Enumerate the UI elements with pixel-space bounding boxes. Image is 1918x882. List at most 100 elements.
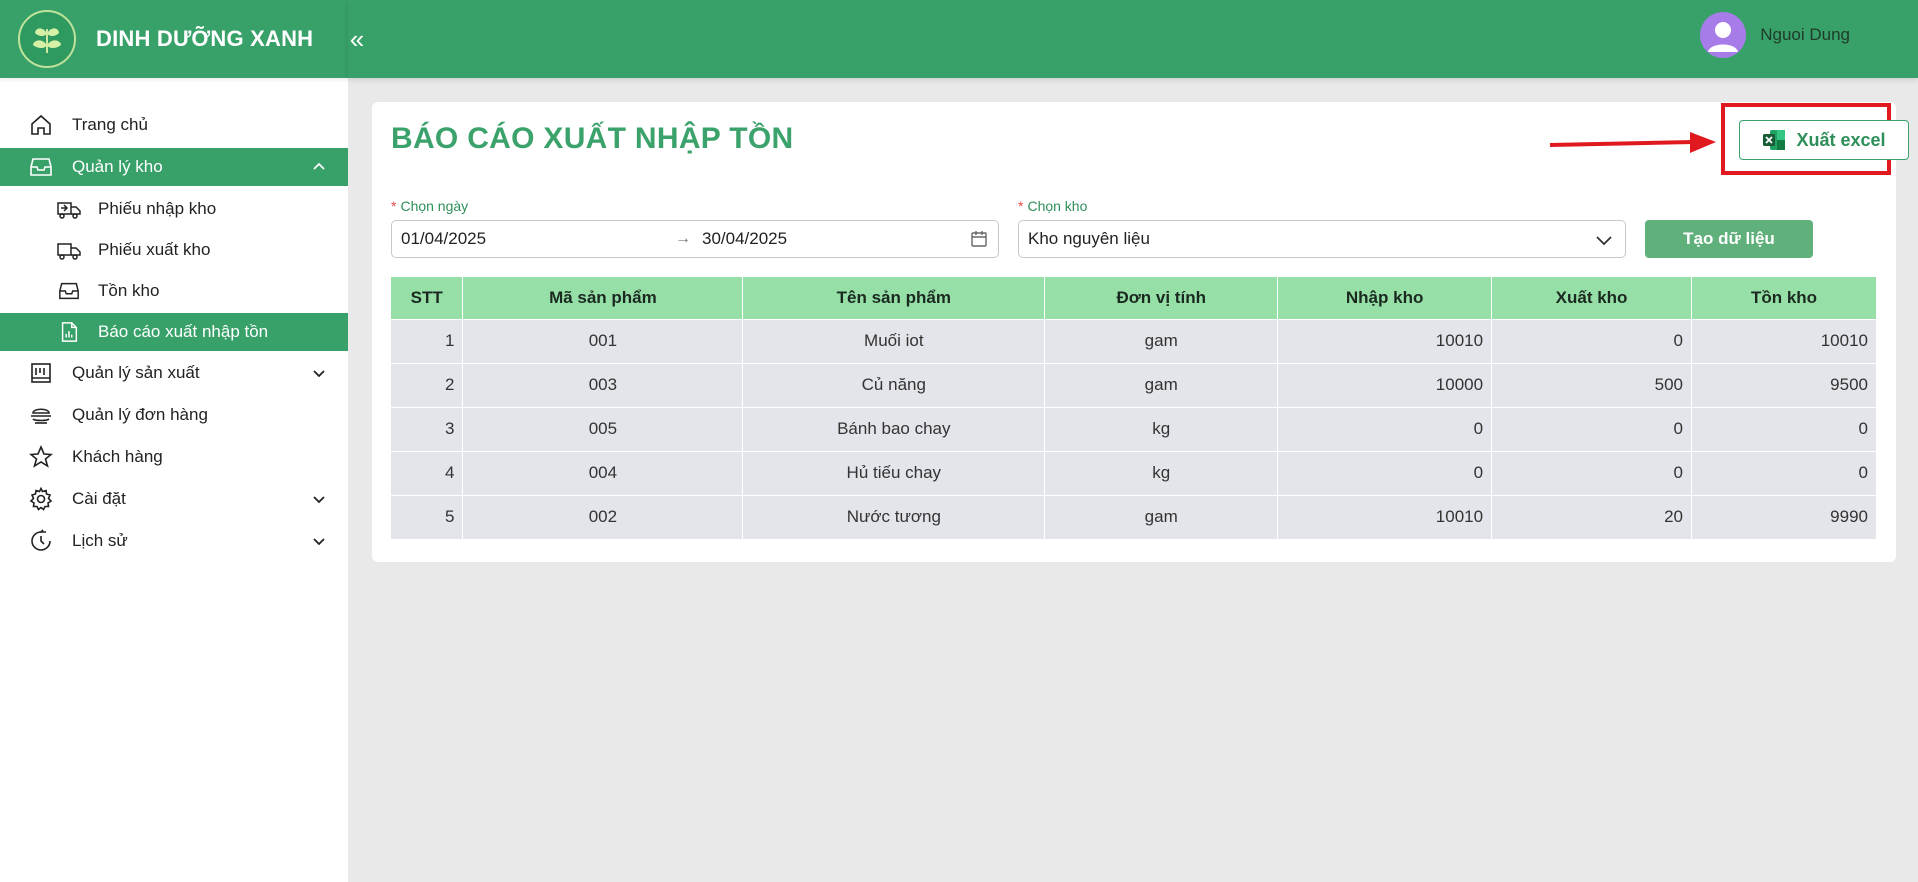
sidebar-item-orders[interactable]: Quản lý đơn hàng <box>0 396 348 434</box>
chevron-up-icon <box>312 160 326 174</box>
cell-stock-balance: 9500 <box>1691 362 1877 407</box>
sidebar-menu: Trang chủ Quản lý kho Phiếu nhập kho Phi… <box>0 78 348 560</box>
sidebar-item-settings[interactable]: Cài đặt <box>0 480 348 518</box>
cell-product-code: 005 <box>462 406 744 451</box>
date-field-label: * Chọn ngày <box>391 198 469 214</box>
column-header: Nhập kho <box>1277 277 1493 319</box>
sidebar-item-label: Tồn kho <box>98 281 160 300</box>
sidebar-item-inventory[interactable]: Tồn kho <box>0 272 348 310</box>
stock-report-table: STT Mã sản phẩm Tên sản phẩm Đơn vị tính… <box>391 277 1877 539</box>
column-header: Tên sản phẩm <box>742 277 1046 319</box>
sidebar-item-history[interactable]: Lịch sử <box>0 522 348 560</box>
sidebar-item-label: Cài đặt <box>72 489 126 508</box>
date-range-separator: → <box>675 230 691 247</box>
export-excel-button[interactable]: Xuất excel <box>1739 120 1909 160</box>
box-icon <box>56 278 82 304</box>
sidebar-item-customers[interactable]: Khách hàng <box>0 438 348 476</box>
inbox-icon <box>28 154 54 180</box>
sidebar-item-goods-issue[interactable]: Phiếu xuất kho <box>0 231 348 269</box>
table-header-row: STT Mã sản phẩm Tên sản phẩm Đơn vị tính… <box>391 277 1877 319</box>
order-icon <box>28 402 54 428</box>
page-title: BÁO CÁO XUẤT NHẬP TỒN <box>391 122 794 155</box>
sidebar-item-home[interactable]: Trang chủ <box>0 106 348 144</box>
export-excel-label: Xuất excel <box>1796 129 1886 150</box>
cell-stt: 5 <box>391 494 464 539</box>
sidebar-item-label: Phiếu xuất kho <box>98 240 211 259</box>
chevron-down-icon <box>312 366 326 380</box>
sidebar-item-label: Quản lý đơn hàng <box>72 405 208 424</box>
home-icon <box>28 112 54 138</box>
column-header: STT <box>391 277 464 319</box>
cell-stock-in: 10010 <box>1277 494 1493 539</box>
sidebar-item-label: Quản lý kho <box>72 157 163 176</box>
brand-bar: DINH DƯỠNG XANH <box>0 0 348 78</box>
warehouse-select-value: Kho nguyên liệu <box>1028 229 1150 248</box>
column-header: Xuất kho <box>1491 277 1692 319</box>
warehouse-select[interactable]: Kho nguyên liệu <box>1018 220 1626 258</box>
sidebar: DINH DƯỠNG XANH Trang chủ Quản lý kho Ph… <box>0 0 348 882</box>
sidebar-item-goods-receipt[interactable]: Phiếu nhập kho <box>0 190 348 228</box>
cell-stock-balance: 0 <box>1691 406 1877 451</box>
required-marker: * <box>1018 198 1024 214</box>
table-row: 1 001 Muối iot gam 10010 0 10010 <box>391 318 1877 363</box>
column-header: Tồn kho <box>1691 277 1877 319</box>
warehouse-field-label: * Chọn kho <box>1018 198 1088 214</box>
cell-unit: kg <box>1044 406 1279 451</box>
cell-stock-out: 0 <box>1491 318 1692 363</box>
collapse-sidebar-button[interactable]: « <box>346 24 368 55</box>
date-from-input[interactable]: 01/04/2025 <box>401 229 486 249</box>
warehouse-submenu: Phiếu nhập kho Phiếu xuất kho Tồn kho Bá… <box>0 190 348 351</box>
cell-stock-out: 0 <box>1491 450 1692 495</box>
cell-unit: gam <box>1044 318 1279 363</box>
cell-stock-balance: 0 <box>1691 450 1877 495</box>
cell-stock-in: 0 <box>1277 450 1493 495</box>
gear-icon <box>28 486 54 512</box>
table-row: 4 004 Hủ tiếu chay kg 0 0 0 <box>391 450 1877 495</box>
truck-in-icon <box>56 196 82 222</box>
cell-product-code: 002 <box>462 494 744 539</box>
user-name: Nguoi Dung <box>1760 25 1850 44</box>
chevron-down-icon <box>312 492 326 506</box>
top-header: « Nguoi Dung <box>348 0 1918 78</box>
cell-unit: kg <box>1044 450 1279 495</box>
cell-product-name: Nước tương <box>742 494 1046 539</box>
sidebar-item-label: Quản lý sản xuất <box>72 363 200 382</box>
sidebar-item-label: Lịch sử <box>72 531 128 550</box>
sidebar-item-label: Trang chủ <box>72 115 148 134</box>
table-row: 3 005 Bánh bao chay kg 0 0 0 <box>391 406 1877 451</box>
calendar-icon[interactable] <box>970 230 988 253</box>
date-range-picker[interactable]: 01/04/2025 → 30/04/2025 <box>391 220 999 258</box>
table-row: 2 003 Củ năng gam 10000 500 9500 <box>391 362 1877 407</box>
sidebar-item-stock-report[interactable]: Báo cáo xuất nhập tồn <box>0 313 348 351</box>
generate-data-button[interactable]: Tạo dữ liệu <box>1645 220 1813 258</box>
column-header: Mã sản phẩm <box>462 277 744 319</box>
cell-stt: 3 <box>391 406 464 451</box>
sidebar-item-label: Khách hàng <box>72 447 163 466</box>
cell-stt: 1 <box>391 318 464 363</box>
chevron-down-icon <box>312 534 326 548</box>
avatar <box>1700 12 1747 58</box>
sidebar-item-label: Phiếu nhập kho <box>98 199 217 218</box>
sidebar-item-label: Báo cáo xuất nhập tồn <box>98 322 269 341</box>
sidebar-item-warehouse[interactable]: Quản lý kho <box>0 148 348 186</box>
cell-product-code: 004 <box>462 450 744 495</box>
cell-unit: gam <box>1044 362 1279 407</box>
sidebar-item-production[interactable]: Quản lý sản xuất <box>0 354 348 392</box>
report-card: BÁO CÁO XUẤT NHẬP TỒN Xuất excel * Chọn n… <box>372 102 1909 562</box>
cell-stock-out: 500 <box>1491 362 1692 407</box>
cell-unit: gam <box>1044 494 1279 539</box>
cell-stock-in: 10000 <box>1277 362 1493 407</box>
chevron-down-icon <box>1595 232 1613 253</box>
brand-name: DINH DƯỠNG XANH <box>96 26 314 51</box>
cell-product-name: Củ năng <box>742 362 1046 407</box>
date-to-input[interactable]: 30/04/2025 <box>702 229 787 249</box>
annotation-arrow <box>1549 132 1716 153</box>
star-icon <box>28 444 54 470</box>
cell-stock-out: 20 <box>1491 494 1692 539</box>
cell-stock-out: 0 <box>1491 406 1692 451</box>
user-menu[interactable]: Nguoi Dung <box>1700 12 1850 58</box>
required-marker: * <box>391 198 397 214</box>
leaf-logo-icon <box>18 10 76 68</box>
excel-icon <box>1762 129 1786 151</box>
cell-product-code: 001 <box>462 318 744 363</box>
